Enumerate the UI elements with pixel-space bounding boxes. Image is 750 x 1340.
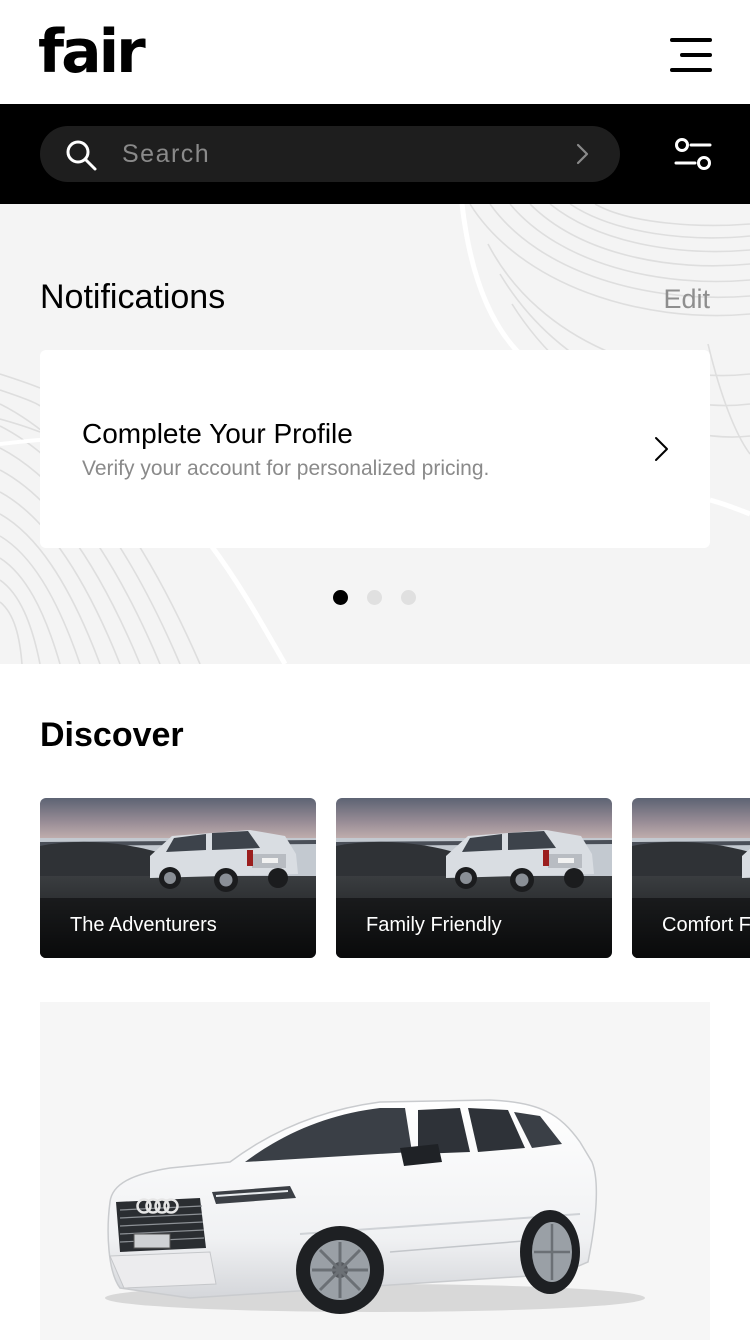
- chevron-right-icon[interactable]: [570, 142, 594, 166]
- notifications-section: Notifications Edit Complete Your Profile…: [0, 204, 750, 664]
- app-header: fair: [0, 0, 750, 104]
- search-bar: [0, 104, 750, 204]
- pagination-dot-active[interactable]: [333, 590, 348, 605]
- discover-title: Discover: [40, 716, 184, 754]
- pagination-dot[interactable]: [367, 590, 382, 605]
- discover-card[interactable]: The Adventurers: [40, 798, 316, 958]
- notification-card-title: Complete Your Profile: [82, 418, 353, 449]
- chevron-right-icon: [655, 437, 668, 461]
- discover-card-label: The Adventurers: [70, 914, 217, 936]
- discover-card-label: Family Friendly: [366, 914, 502, 936]
- hamburger-menu-icon[interactable]: [668, 36, 712, 76]
- filter-sliders-icon[interactable]: [672, 134, 714, 174]
- search-field[interactable]: [40, 126, 620, 182]
- discover-carousel: The Adventurers Family Friendly Comfort …: [40, 798, 750, 958]
- search-input[interactable]: [122, 132, 542, 176]
- edit-notifications-button[interactable]: Edit: [663, 284, 710, 315]
- carousel-pagination: [333, 590, 423, 606]
- fair-logo[interactable]: fair: [38, 12, 146, 92]
- discover-card-label: Comfort F: [662, 914, 750, 936]
- featured-vehicle-card[interactable]: [40, 1002, 710, 1340]
- white-audi-suv-image: [105, 1099, 645, 1314]
- notifications-title: Notifications: [40, 278, 226, 316]
- discover-card[interactable]: Family Friendly: [336, 798, 612, 958]
- notification-card[interactable]: Complete Your Profile Verify your accoun…: [40, 350, 710, 548]
- discover-card[interactable]: Comfort F: [632, 798, 750, 958]
- pagination-dot[interactable]: [401, 590, 416, 605]
- notification-card-subtitle: Verify your account for personalized pri…: [82, 457, 490, 480]
- search-icon: [66, 140, 97, 171]
